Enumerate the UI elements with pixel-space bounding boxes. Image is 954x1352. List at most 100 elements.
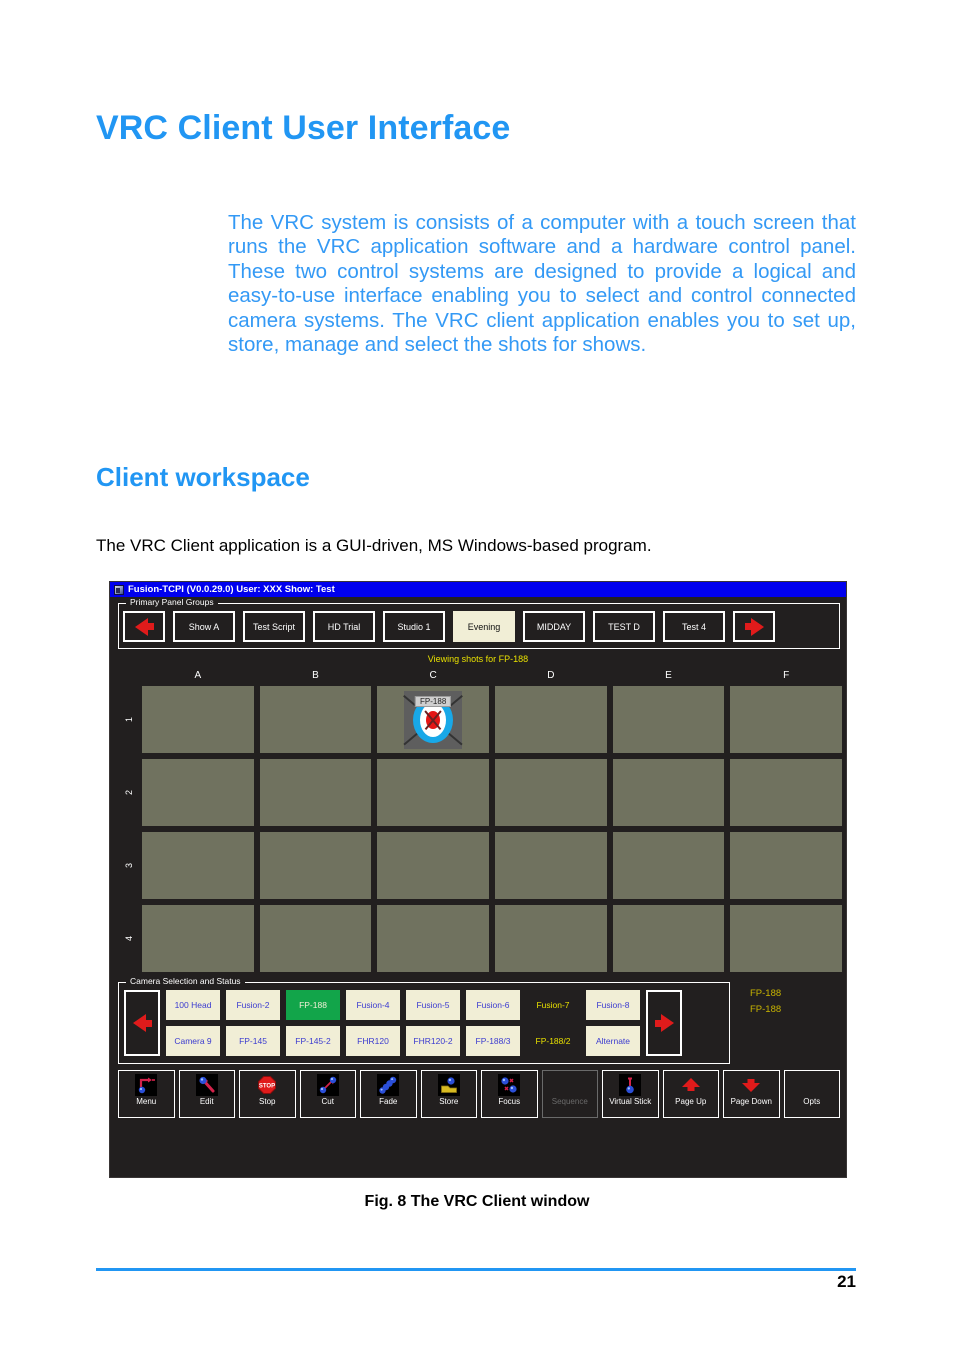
- stop-sign-icon: STOP: [256, 1074, 278, 1096]
- viewing-shots-banner: Viewing shots for FP-188: [427, 654, 529, 664]
- wrench-icon: [195, 1074, 218, 1096]
- shot-cell-c3[interactable]: [377, 832, 489, 899]
- toolbar-label-page-up: Page Up: [675, 1097, 707, 1106]
- menu-icon: [135, 1074, 158, 1096]
- shot-cell-d3[interactable]: [494, 832, 607, 899]
- panel-group-button-1[interactable]: Test Script: [243, 611, 305, 642]
- camera-button-fusion-4[interactable]: Fusion-4: [346, 990, 400, 1020]
- camera-button-100-head[interactable]: 100 Head: [166, 990, 220, 1020]
- camera-button-fusion-8[interactable]: Fusion-8: [586, 990, 640, 1020]
- shot-cell-f4[interactable]: [730, 905, 842, 972]
- shot-cell-a1[interactable]: [142, 686, 254, 753]
- toolbar-button-stop[interactable]: STOP Stop: [239, 1070, 296, 1118]
- svg-text:STOP: STOP: [259, 1084, 275, 1090]
- column-header-c: C: [429, 670, 437, 681]
- column-header-d: D: [547, 670, 555, 681]
- primary-panel-groups-label: Primary Panel Groups: [126, 597, 218, 607]
- cut-transition-icon: [316, 1074, 339, 1096]
- toolbar-button-store[interactable]: Store: [420, 1070, 477, 1118]
- panel-group-button-0[interactable]: Show A: [173, 611, 235, 642]
- shot-cell-a4[interactable]: [142, 905, 254, 972]
- camera-prev-button[interactable]: [124, 990, 160, 1056]
- panel-group-button-6[interactable]: TEST D: [593, 611, 655, 642]
- shot-cell-e1[interactable]: [612, 686, 725, 753]
- arrow-left-icon: [134, 617, 154, 636]
- row-label-3: 3: [124, 863, 134, 869]
- shot-cell-f2[interactable]: [730, 759, 842, 826]
- row-label-1: 1: [124, 717, 134, 723]
- toolbar-button-cut[interactable]: Cut: [299, 1070, 356, 1118]
- camera-button-fp-188-3[interactable]: FP-188/3: [466, 1026, 520, 1056]
- fade-icon: [377, 1074, 400, 1096]
- target-shot-thumbnail[interactable]: FP-188: [403, 690, 463, 749]
- shot-cell-c2[interactable]: [377, 759, 489, 826]
- toolbar-button-opts[interactable]: Opts: [783, 1070, 840, 1118]
- shot-cell-c4[interactable]: [377, 905, 489, 972]
- section-heading-client-workspace: Client workspace: [96, 461, 310, 492]
- shot-cell-d2[interactable]: [494, 759, 607, 826]
- store-icon: [437, 1074, 460, 1096]
- panel-group-button-2[interactable]: HD Trial: [313, 611, 375, 642]
- camera-button-fp-145-2[interactable]: FP-145-2: [286, 1026, 340, 1056]
- page-title: VRC Client User Interface: [96, 108, 511, 147]
- shot-cell-e4[interactable]: [612, 905, 725, 972]
- camera-column-4: Fusion-5 FHR120-2: [406, 990, 460, 1056]
- arrow-down-icon: [740, 1074, 762, 1096]
- toolbar-button-edit[interactable]: Edit: [178, 1070, 235, 1118]
- panel-group-button-5[interactable]: MIDDAY: [523, 611, 585, 642]
- camera-button-fhr120-2[interactable]: FHR120-2: [406, 1026, 460, 1056]
- shot-cell-a2[interactable]: [142, 759, 254, 826]
- app-window-icon: [114, 584, 124, 595]
- status-line-0: FP-188: [750, 988, 782, 999]
- status-line-1: FP-188: [750, 1004, 782, 1015]
- camera-next-button[interactable]: [646, 990, 682, 1056]
- camera-button-alternate[interactable]: Alternate: [586, 1026, 640, 1056]
- camera-column-3: Fusion-4 FHR120: [346, 990, 400, 1056]
- shot-cell-d1[interactable]: [494, 686, 607, 753]
- panel-group-button-4-selected[interactable]: Evening: [453, 611, 515, 642]
- toolbar-button-sequence[interactable]: Sequence: [541, 1070, 598, 1118]
- shot-cell-c1[interactable]: FP-188: [377, 686, 489, 753]
- camera-button-fusion-7-offline[interactable]: Fusion-7: [526, 990, 580, 1020]
- panel-groups-prev-button[interactable]: [123, 611, 165, 642]
- camera-button-fusion-2[interactable]: Fusion-2: [226, 990, 280, 1020]
- shot-cell-e2[interactable]: [612, 759, 725, 826]
- vrc-client-window: Fusion-TCPI (V0.0.29.0) User: XXX Show: …: [109, 581, 847, 1178]
- shot-cell-b1[interactable]: [259, 686, 372, 753]
- intro-paragraph: The VRC system is consists of a computer…: [228, 210, 856, 357]
- panel-groups-next-button[interactable]: [733, 611, 775, 642]
- toolbar-button-fade[interactable]: Fade: [360, 1070, 417, 1118]
- panel-group-button-7[interactable]: Test 4: [663, 611, 725, 642]
- shot-cell-b3[interactable]: [259, 832, 372, 899]
- camera-button-fusion-6[interactable]: Fusion-6: [466, 990, 520, 1020]
- camera-button-fhr120[interactable]: FHR120: [346, 1026, 400, 1056]
- toolbar-label-menu: Menu: [136, 1097, 157, 1106]
- shot-cell-e3[interactable]: [612, 832, 725, 899]
- camera-column-6: Fusion-7 FP-188/2: [526, 990, 580, 1056]
- toolbar-button-page-up[interactable]: Page Up: [662, 1070, 719, 1118]
- camera-column-2: FP-188 FP-145-2: [286, 990, 340, 1056]
- toolbar-button-menu[interactable]: Menu: [118, 1070, 175, 1118]
- primary-panel-groups: Primary Panel Groups Show A Test Script …: [118, 597, 840, 649]
- camera-button-fusion-5[interactable]: Fusion-5: [406, 990, 460, 1020]
- shot-cell-b4[interactable]: [259, 905, 372, 972]
- camera-button-fp-145[interactable]: FP-145: [226, 1026, 280, 1056]
- shot-cell-b2[interactable]: [259, 759, 372, 826]
- arrow-right-icon: [654, 1014, 674, 1032]
- shots-grid-cells: FP-188: [142, 686, 842, 972]
- panel-group-button-3[interactable]: Studio 1: [383, 611, 445, 642]
- shot-cell-d4[interactable]: [494, 905, 607, 972]
- shot-cell-a3[interactable]: [142, 832, 254, 899]
- toolbar-button-page-down[interactable]: Page Down: [723, 1070, 780, 1118]
- toolbar-button-virtual-stick[interactable]: Virtual Stick: [602, 1070, 659, 1118]
- camera-button-fp-188-2-offline[interactable]: FP-188/2: [526, 1026, 580, 1056]
- arrow-right-icon: [744, 617, 764, 636]
- toolbar-button-focus[interactable]: Focus: [481, 1070, 538, 1118]
- camera-column-1: Fusion-2 FP-145: [226, 990, 280, 1056]
- toolbar-label-focus: Focus: [498, 1097, 521, 1106]
- shot-cell-f3[interactable]: [730, 832, 842, 899]
- shot-cell-f1[interactable]: [730, 686, 842, 753]
- toolbar-label-store: Store: [439, 1097, 459, 1106]
- camera-button-camera-9[interactable]: Camera 9: [166, 1026, 220, 1056]
- camera-button-fp-188-selected[interactable]: FP-188: [286, 990, 340, 1020]
